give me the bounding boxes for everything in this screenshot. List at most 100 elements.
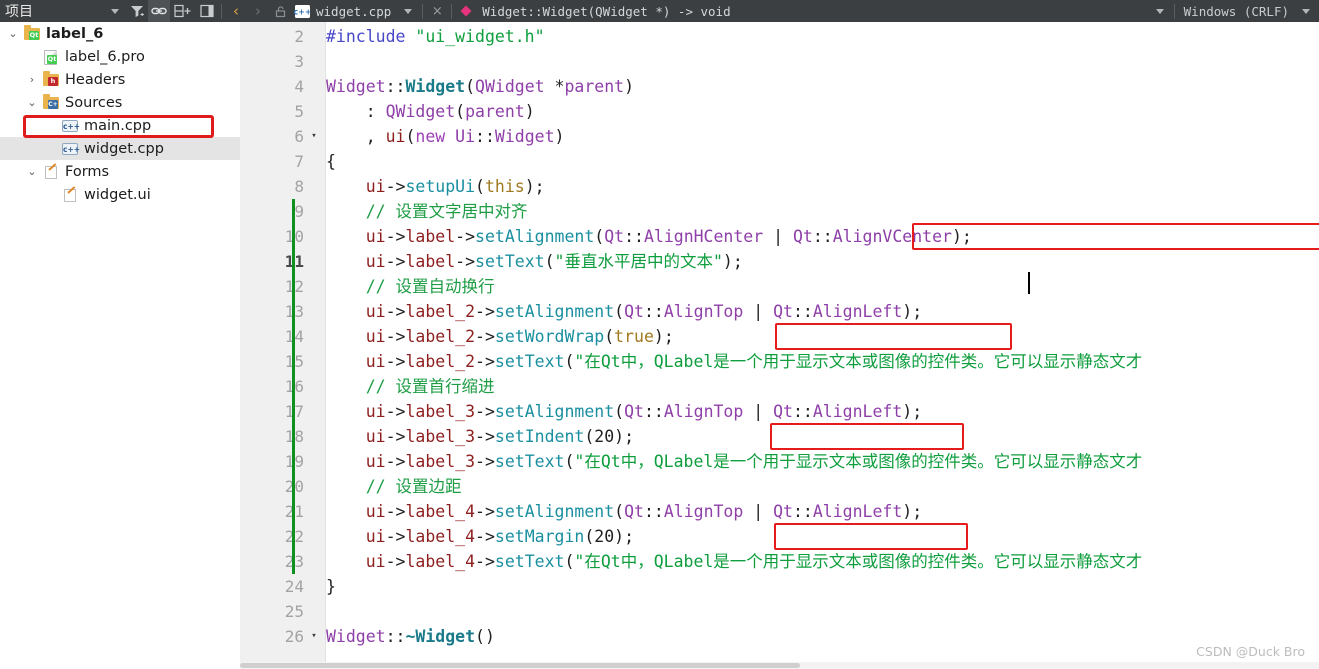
code-line[interactable]: 20 // 设置边距	[240, 474, 1319, 499]
code-line[interactable]: 9 // 设置文字居中对齐	[240, 199, 1319, 224]
split-add-icon[interactable]	[170, 0, 196, 22]
code-line[interactable]: 18 ui->label_3->setIndent(20);	[240, 424, 1319, 449]
no-arrow-spacer: ·	[42, 142, 60, 155]
filter-icon[interactable]	[126, 0, 148, 22]
horizontal-scrollbar[interactable]	[240, 662, 1319, 669]
code-line[interactable]: 8 ui->setupUi(this);	[240, 174, 1319, 199]
code-line[interactable]: 4 Widget::Widget(QWidget *parent)	[240, 74, 1319, 99]
code-token: ->	[455, 227, 476, 246]
code-line[interactable]: 6 ▾ , ui(new Ui::Widget)	[240, 124, 1319, 149]
close-file-icon[interactable]: ×	[426, 0, 448, 22]
code-token: );	[524, 177, 545, 196]
tree-item-widget-cpp[interactable]: ·c++widget.cpp	[0, 137, 240, 160]
symbol-dropdown-caret-icon[interactable]	[1149, 0, 1171, 22]
open-file-name[interactable]: widget.cpp	[313, 4, 397, 19]
line-number: 7	[294, 152, 304, 171]
code-token: );	[614, 427, 635, 446]
code-line[interactable]: 26 ▾ Widget::~Widget()	[240, 624, 1319, 649]
code-token: setText	[494, 452, 565, 471]
code-line[interactable]: 17 ui->label_3->setAlignment(Qt::AlignTo…	[240, 399, 1319, 424]
code-token: label_4	[405, 502, 476, 521]
code-line[interactable]: 15 ui->label_2->setText("在Qt中，QLabel是一个用…	[240, 349, 1319, 374]
tree-item-sources[interactable]: ⌄ C+ Sources	[0, 91, 240, 114]
code-token: ui	[365, 452, 386, 471]
nav-forward-icon[interactable]: ›	[247, 0, 269, 22]
code-token: label	[405, 227, 456, 246]
no-arrow-spacer: ·	[23, 50, 41, 63]
tree-item-headers[interactable]: › h Headers	[0, 68, 240, 91]
code-token: ->	[385, 327, 406, 346]
nav-back-icon[interactable]: ‹	[225, 0, 247, 22]
modified-lines-marker	[292, 199, 295, 574]
code-line[interactable]: 11 ui->label->setText("垂直水平居中的文本");	[240, 249, 1319, 274]
code-token: setAlignment	[494, 402, 615, 421]
project-selector[interactable]: 项目	[0, 0, 104, 22]
fold-marker-icon[interactable]: ▾	[308, 624, 320, 649]
code-token: setText	[494, 552, 565, 571]
code-line[interactable]: 7{	[240, 149, 1319, 174]
tree-item-content: ·c++main.cpp	[0, 117, 151, 135]
code-line[interactable]: 2 #include "ui_widget.h"	[240, 24, 1319, 49]
tree-item-label-6-pro[interactable]: ·Qtlabel_6.pro	[0, 45, 240, 68]
code-token: setText	[494, 352, 565, 371]
code-token: (	[614, 402, 625, 421]
tree-item-main-cpp[interactable]: ·c++main.cpp	[0, 114, 240, 137]
current-symbol-label[interactable]: Widget::Widget(QWidget *) -> void	[477, 4, 730, 19]
chevron-down-icon[interactable]: ⌄	[4, 27, 22, 40]
tree-item-widget-ui[interactable]: · widget.ui	[0, 183, 240, 206]
code-line[interactable]: 5 : QWidget(parent)	[240, 99, 1319, 124]
code-text-area[interactable]: 2 #include "ui_widget.h"34 Widget::Widget(…	[240, 22, 1319, 669]
tree-item-label-6[interactable]: ⌄ Qt label_6	[0, 22, 240, 45]
line-number: 8	[294, 177, 304, 196]
code-token: // 设置自动换行	[326, 277, 495, 296]
code-token: ->	[475, 427, 495, 446]
topbar-right-group: Windows (CRLF)	[1149, 0, 1319, 22]
file-dropdown-caret-icon[interactable]	[397, 0, 419, 22]
code-line[interactable]: 21 ui->label_4->setAlignment(Qt::AlignTo…	[240, 499, 1319, 524]
code-token: // 设置首行缩进	[326, 377, 495, 396]
line-content: // 设置自动换行	[326, 274, 495, 299]
tree-item-forms[interactable]: ⌄ Forms	[0, 160, 240, 183]
code-line[interactable]: 22 ui->label_4->setMargin(20);	[240, 524, 1319, 549]
code-token: label_4	[405, 527, 476, 546]
code-editor[interactable]: 2 #include "ui_widget.h"34 Widget::Widget(…	[240, 22, 1319, 669]
code-line[interactable]: 12 // 设置自动换行	[240, 274, 1319, 299]
project-label: 项目	[5, 4, 33, 20]
code-line[interactable]: 14 ui->label_2->setWordWrap(true);	[240, 324, 1319, 349]
dropdown-caret-icon[interactable]	[104, 0, 126, 22]
project-tree-pane: ⌄Qtlabel_6·Qtlabel_6.pro›hHeaders⌄C+Sour…	[0, 22, 240, 669]
code-token: (	[405, 127, 416, 146]
chevron-down-icon[interactable]: ⌄	[23, 96, 41, 109]
code-line[interactable]: 19 ui->label_3->setText("在Qt中，QLabel是一个用…	[240, 449, 1319, 474]
chevron-down-icon[interactable]: ⌄	[23, 165, 41, 178]
code-line[interactable]: 13 ui->label_2->setAlignment(Qt::AlignTo…	[240, 299, 1319, 324]
panel-toggle-icon[interactable]	[196, 0, 218, 22]
code-token: )	[624, 77, 634, 96]
code-line[interactable]: 24}	[240, 574, 1319, 599]
code-token: "在Qt中，QLabel是一个用于显示文本或图像的控件类。它可以显示静态文才	[574, 452, 1143, 471]
code-token: ->	[475, 502, 495, 521]
line-number: 3	[294, 52, 304, 71]
code-line[interactable]: 25	[240, 599, 1319, 624]
line-content: ui->label_2->setText("在Qt中，QLabel是一个用于显示…	[326, 349, 1143, 374]
eol-dropdown-caret-icon[interactable]	[1295, 0, 1317, 22]
line-number: 25	[284, 602, 304, 621]
code-token: 20	[594, 427, 615, 446]
code-line[interactable]: 23 ui->label_4->setText("在Qt中，QLabel是一个用…	[240, 549, 1319, 574]
line-number: 5	[294, 102, 304, 121]
horizontal-scrollbar-thumb[interactable]	[240, 663, 800, 668]
chevron-right-icon[interactable]: ›	[23, 73, 41, 86]
fold-marker-icon[interactable]: ▾	[308, 124, 320, 149]
code-token: label_4	[405, 552, 476, 571]
code-line[interactable]: 10 ui->label->setAlignment(Qt::AlignHCen…	[240, 224, 1319, 249]
unlock-icon[interactable]	[269, 0, 291, 22]
line-ending-label[interactable]: Windows (CRLF)	[1178, 4, 1295, 19]
code-line[interactable]: 16 // 设置首行缩进	[240, 374, 1319, 399]
link-sync-icon[interactable]	[148, 0, 170, 22]
line-content: // 设置边距	[326, 474, 462, 499]
tree-item-content: ·c++widget.cpp	[0, 140, 164, 158]
code-line[interactable]: 3	[240, 49, 1319, 74]
